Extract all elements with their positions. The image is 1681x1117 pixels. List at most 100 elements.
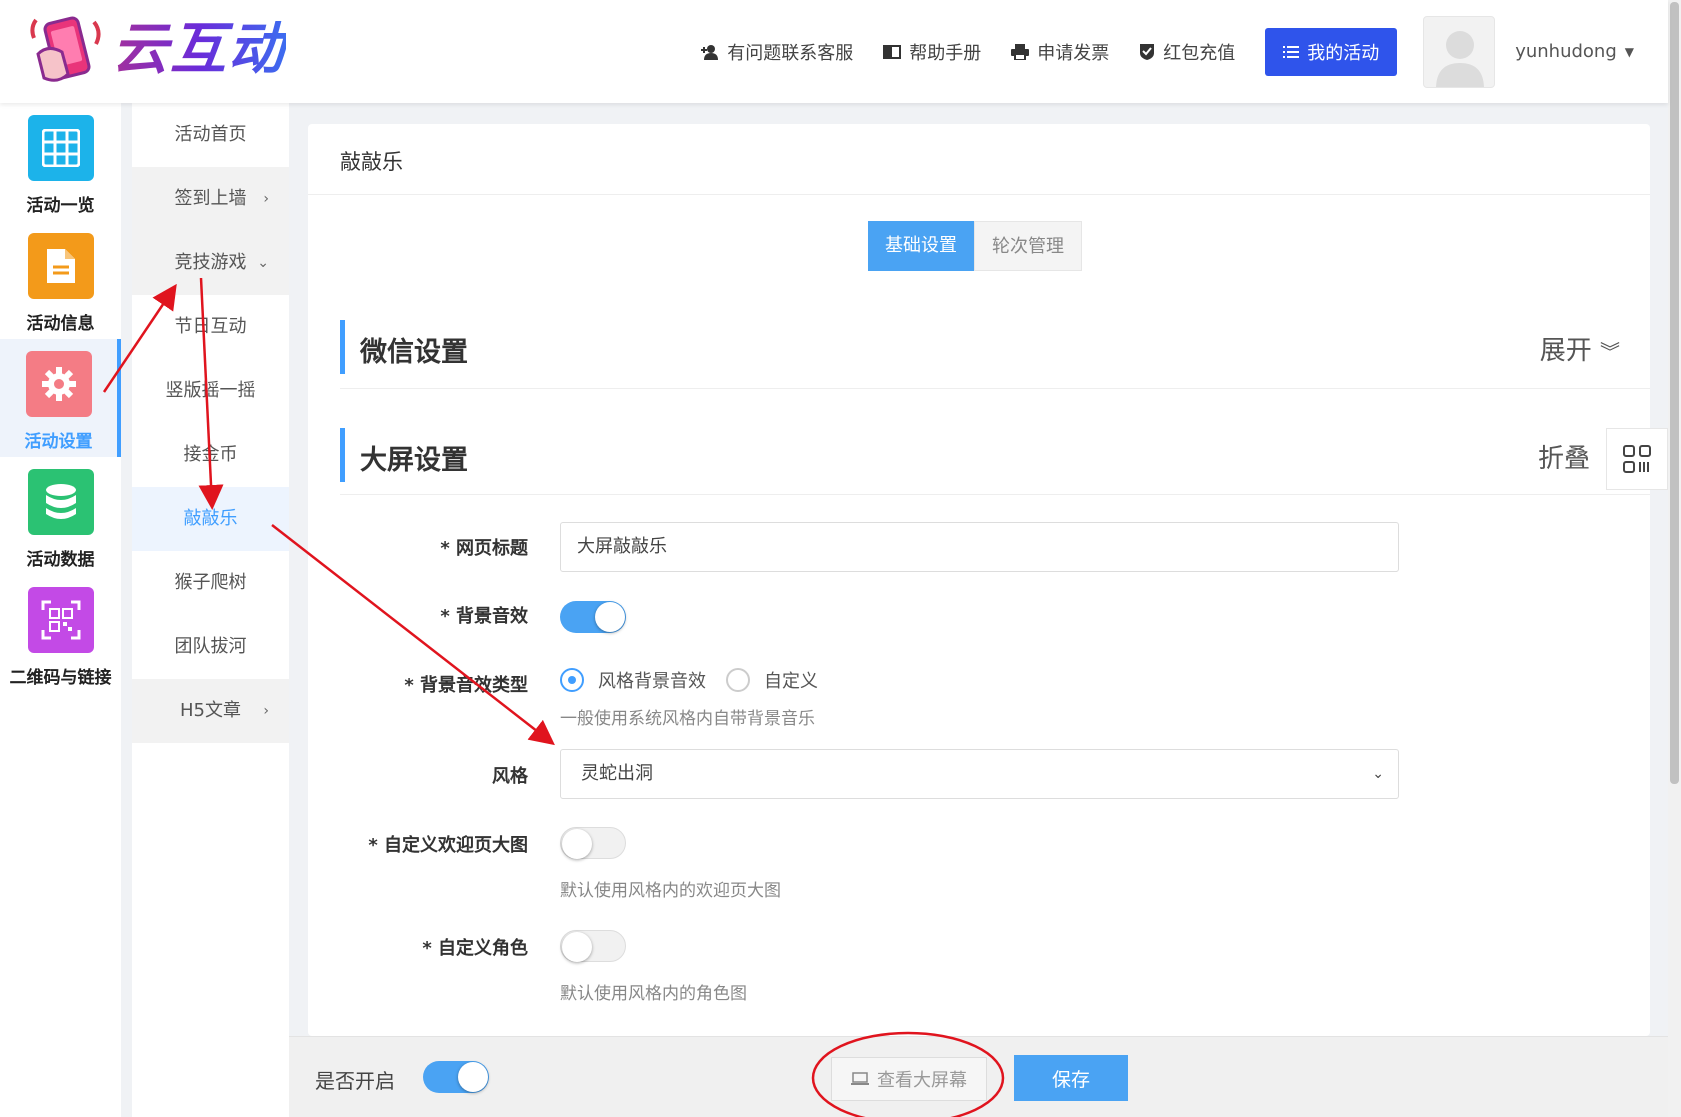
sub-item-vertical-shake[interactable]: 竖版摇一摇	[132, 359, 289, 423]
sub-item-monkey-climb[interactable]: 猴子爬树	[132, 551, 289, 615]
view-big-screen-button[interactable]: 查看大屏幕	[831, 1057, 987, 1101]
bg-sound-type-radios: 风格背景音效 自定义	[560, 667, 818, 693]
help-manual-label: 帮助手册	[909, 42, 982, 64]
main-panel: 敲敲乐 基础设置 轮次管理 微信设置 展开 ︾ 大屏设置 折叠 * 网页标题 大…	[308, 124, 1650, 1036]
printer-icon	[1011, 43, 1030, 60]
radio-style-label: 风格背景音效	[598, 671, 706, 692]
tab-basic-settings[interactable]: 基础设置	[868, 221, 974, 271]
collapse-toggle[interactable]: 折叠	[1538, 438, 1590, 475]
bg-sound-hint: 一般使用系统风格内自带背景音乐	[560, 709, 815, 729]
custom-role-hint: 默认使用风格内的角色图	[560, 984, 747, 1004]
sidebar-item-activity-data[interactable]: 活动数据	[0, 457, 121, 575]
tab-round-management[interactable]: 轮次管理	[974, 221, 1082, 271]
page-title: 敲敲乐	[340, 150, 403, 174]
list-icon	[1283, 45, 1300, 58]
sub-item-label: 敲敲乐	[183, 508, 238, 529]
view-big-screen-label: 查看大屏幕	[877, 1070, 967, 1091]
switch-knob	[595, 602, 625, 632]
section-title: 微信设置	[360, 337, 468, 368]
chevron-down-icon: ⌄	[1372, 766, 1384, 782]
logo[interactable]: 云互动	[28, 14, 286, 86]
screen-section-header[interactable]: 大屏设置 折叠	[340, 428, 1620, 482]
qrcode-float-button[interactable]	[1606, 428, 1668, 490]
radio-custom-sound[interactable]	[726, 668, 750, 692]
custom-role-label: * 自定义角色	[422, 938, 528, 959]
sub-item-catch-coins[interactable]: 接金币	[132, 423, 289, 487]
invoice-label: 申请发票	[1037, 42, 1110, 64]
enable-switch[interactable]	[423, 1061, 489, 1093]
contact-support-link[interactable]: 有问题联系客服	[701, 39, 853, 65]
style-select[interactable]: 灵蛇出洞 ⌄	[560, 749, 1399, 799]
sidebar-item-label: 活动信息	[26, 314, 95, 334]
database-icon	[27, 469, 94, 535]
wechat-section-header[interactable]: 微信设置 展开 ︾	[340, 320, 1620, 374]
scrollbar-thumb[interactable]	[1670, 2, 1679, 784]
sub-item-festival[interactable]: 节日互动	[132, 295, 289, 359]
footer-bar: 是否开启 查看大屏幕 保存	[289, 1036, 1668, 1117]
sidebar-item-label: 活动数据	[26, 550, 95, 570]
sidebar-item-activity-settings[interactable]: 活动设置	[0, 339, 121, 457]
chevron-down-icon: ⌄	[257, 255, 269, 271]
sidebar-item-activity-list[interactable]: 活动一览	[0, 103, 121, 221]
user-menu[interactable]: yunhudong ▼	[1515, 41, 1634, 62]
sub-item-h5-article[interactable]: H5文章 ›	[132, 679, 289, 743]
qrcode-icon	[27, 587, 94, 653]
switch-knob	[562, 829, 592, 859]
sub-item-label: 签到上墙	[174, 188, 247, 209]
enable-label: 是否开启	[315, 1069, 395, 1093]
custom-welcome-hint: 默认使用风格内的欢迎页大图	[560, 881, 781, 901]
sidebar-item-label: 活动一览	[26, 196, 95, 216]
divider	[340, 494, 1650, 495]
double-chevron-down-icon: ︾	[1600, 340, 1620, 364]
sub-item-label: 接金币	[183, 444, 238, 465]
username: yunhudong	[1515, 41, 1617, 62]
sidebar-item-qrcode-link[interactable]: 二维码与链接	[0, 575, 121, 693]
gear-icon	[25, 351, 92, 417]
save-button[interactable]: 保存	[1014, 1055, 1128, 1101]
page-scrollbar[interactable]	[1668, 0, 1681, 1117]
sub-item-label: 节日互动	[174, 316, 247, 337]
invoice-link[interactable]: 申请发票	[1011, 39, 1109, 65]
sub-item-label: 竞技游戏	[174, 252, 247, 273]
help-manual-link[interactable]: 帮助手册	[883, 39, 981, 65]
recharge-label: 红包充值	[1163, 42, 1236, 64]
section-accent-bar	[340, 320, 345, 374]
shield-check-icon	[1140, 43, 1155, 60]
sidebar-item-activity-info[interactable]: 活动信息	[0, 221, 121, 339]
bg-sound-label: * 背景音效	[440, 606, 528, 627]
expand-toggle[interactable]: 展开 ︾	[1540, 330, 1620, 367]
my-activity-button[interactable]: 我的活动	[1265, 27, 1398, 76]
phone-logo-icon	[28, 14, 104, 86]
recharge-link[interactable]: 红包充值	[1139, 39, 1235, 65]
sub-item-label: H5文章	[180, 700, 241, 721]
switch-knob	[562, 932, 592, 962]
divider	[308, 194, 1650, 195]
bg-sound-type-label: * 背景音效类型	[404, 675, 528, 696]
caret-down-icon: ▼	[1624, 44, 1634, 59]
top-nav: 有问题联系客服 帮助手册 申请发票 红包充值 我的活动 yunhudong ▼	[701, 0, 1668, 103]
add-user-icon	[701, 44, 719, 60]
sub-menu: 活动首页 签到上墙 › 竞技游戏 ⌄ 节日互动 竖版摇一摇 接金币 敲敲乐 猴子爬树…	[132, 103, 289, 1117]
radio-style-sound[interactable]	[560, 668, 584, 692]
chevron-right-icon: ›	[263, 191, 269, 207]
sub-item-knock-knock[interactable]: 敲敲乐	[132, 487, 289, 551]
style-label: 风格	[492, 766, 528, 787]
top-header: 云互动 有问题联系客服 帮助手册 申请发票 红包充值 我的活动 yunhudon…	[0, 0, 1668, 103]
custom-welcome-switch[interactable]	[560, 827, 626, 859]
contact-support-label: 有问题联系客服	[727, 42, 854, 64]
section-accent-bar	[340, 428, 345, 482]
sub-item-tug-of-war[interactable]: 团队拔河	[132, 615, 289, 679]
switch-knob	[458, 1062, 488, 1092]
sub-item-activity-home[interactable]: 活动首页	[132, 103, 289, 167]
page-title-input[interactable]: 大屏敲敲乐	[560, 522, 1399, 572]
section-title: 大屏设置	[360, 445, 468, 476]
sub-item-checkin-wall[interactable]: 签到上墙 ›	[132, 167, 289, 231]
sub-item-label: 团队拔河	[174, 636, 247, 657]
custom-role-switch[interactable]	[560, 930, 626, 962]
sub-item-label: 活动首页	[174, 124, 247, 145]
sub-item-label: 猴子爬树	[174, 572, 247, 593]
sub-item-competitive-games[interactable]: 竞技游戏 ⌄	[132, 231, 289, 295]
bg-sound-switch[interactable]	[560, 601, 626, 633]
avatar[interactable]	[1423, 15, 1496, 88]
divider	[340, 388, 1650, 389]
